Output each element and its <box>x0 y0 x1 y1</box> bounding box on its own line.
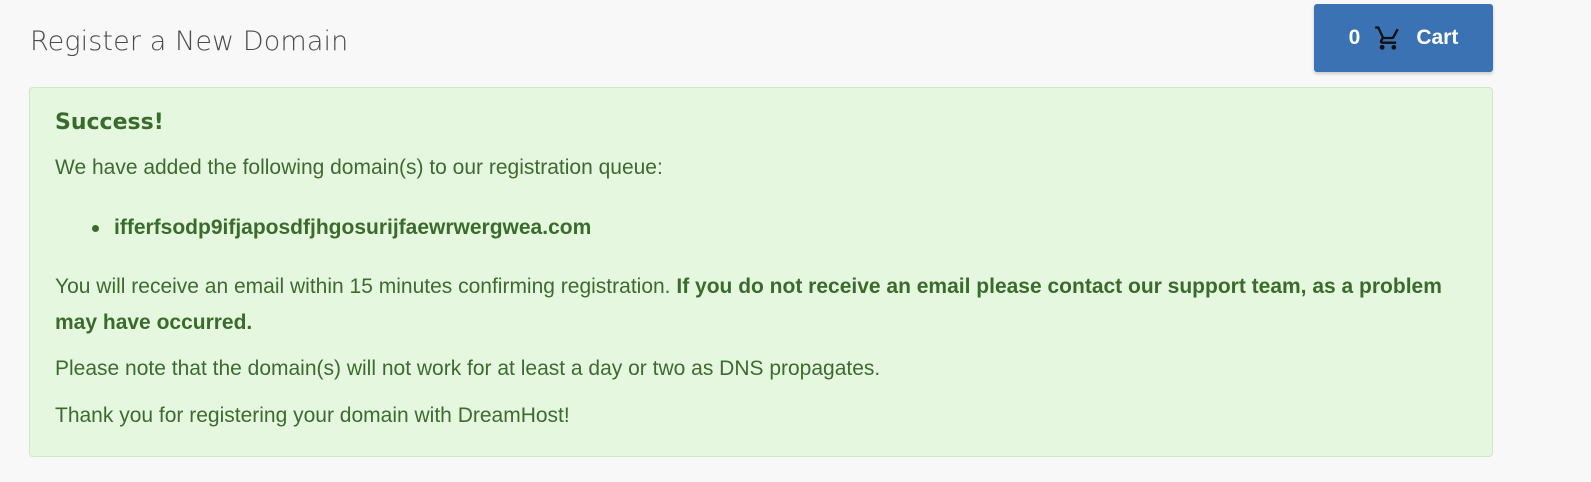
domain-list-item: ifferfsodp9ifjaposdfjhgosurijfaewrwergwe… <box>92 210 591 246</box>
thanks-text: Thank you for registering your domain wi… <box>55 404 570 427</box>
cart-button[interactable]: 0 Cart <box>1314 4 1493 72</box>
page-title: Register a New Domain <box>30 26 349 57</box>
cart-count: 0 <box>1348 26 1361 49</box>
confirm-text: You will receive an email within 15 minu… <box>55 269 1475 341</box>
cart-label: Cart <box>1416 26 1459 49</box>
bullet-icon <box>92 224 99 232</box>
dns-note: Please note that the domain(s) will not … <box>55 357 881 380</box>
alert-intro: We have added the following domain(s) to… <box>55 156 663 179</box>
domain-list: ifferfsodp9ifjaposdfjhgosurijfaewrwergwe… <box>92 210 591 246</box>
confirm-plain: You will receive an email within 15 minu… <box>55 275 671 298</box>
page: Register a New Domain 0 Cart Success! We… <box>0 0 1591 482</box>
cart-icon <box>1374 24 1402 52</box>
success-alert: Success! We have added the following dom… <box>29 87 1493 457</box>
domain-name: ifferfsodp9ifjaposdfjhgosurijfaewrwergwe… <box>114 216 592 239</box>
alert-heading: Success! <box>55 110 164 135</box>
